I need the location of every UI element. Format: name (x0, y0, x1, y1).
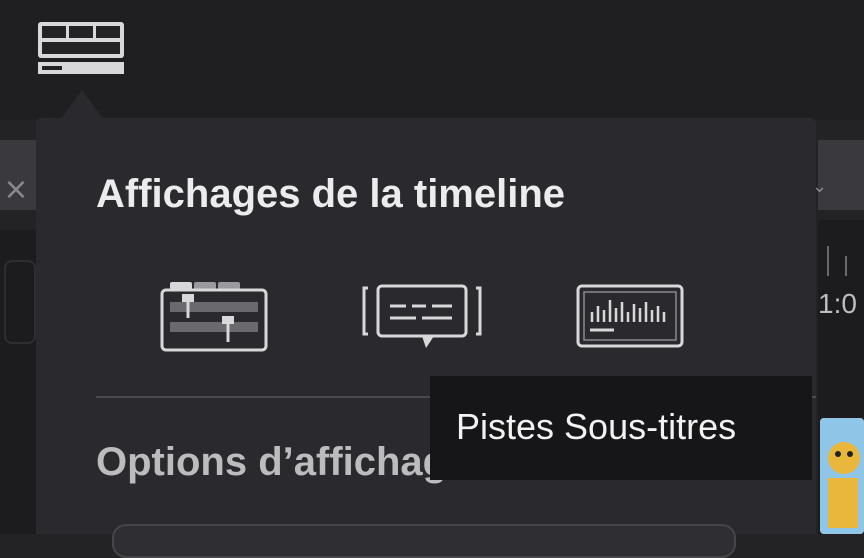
stacked-timeline-icon (160, 282, 268, 352)
close-icon[interactable]: × (2, 172, 30, 208)
subtitle-tracks-icon (362, 284, 482, 348)
video-options-control[interactable] (112, 524, 736, 558)
timeline-ruler-label: 1:0 (818, 288, 857, 319)
top-toolbar (0, 0, 864, 120)
background-track-area (0, 230, 36, 534)
view-subtitle-tracks-button[interactable] (360, 278, 484, 356)
tooltip: Pistes Sous-titres (430, 376, 812, 480)
background-slot (4, 260, 36, 344)
timeline-ruler-ticks (827, 246, 847, 276)
popover-caret (60, 90, 104, 120)
timeline-view-options-button[interactable] (36, 20, 126, 76)
popover-title: Affichages de la timeline (96, 172, 566, 216)
view-stacked-timeline-button[interactable] (158, 278, 270, 356)
audio-waveform-icon (576, 284, 684, 348)
clip-thumbnail[interactable] (820, 418, 864, 534)
timeline-view-options-icon (38, 22, 124, 74)
thumbnail-image (820, 418, 864, 534)
background-panel-right (818, 140, 864, 210)
view-audio-waveform-button[interactable] (574, 278, 686, 356)
